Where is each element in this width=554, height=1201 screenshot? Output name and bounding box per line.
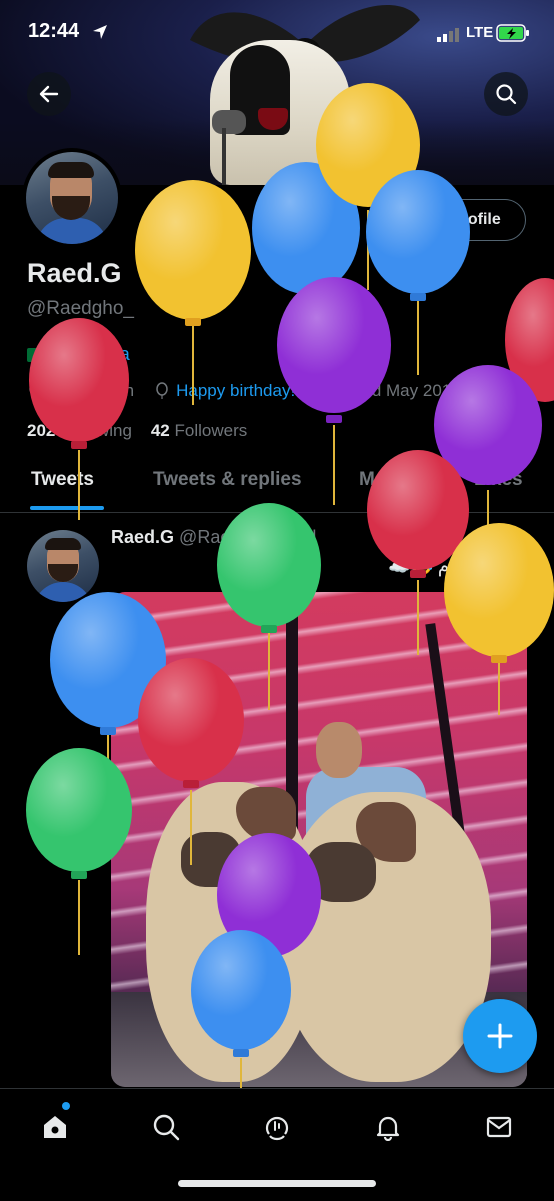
profile-bio: | #Sia (27, 344, 130, 365)
tab-likes[interactable]: Likes (474, 469, 523, 491)
balloon-icon (156, 382, 168, 399)
nav-messages[interactable] (479, 1107, 519, 1147)
tweet-avatar[interactable] (27, 530, 99, 602)
bio-hashtag-link[interactable]: #Sia (94, 344, 130, 365)
search-icon (153, 1114, 180, 1141)
profile-joined: Joined May 2013 (331, 381, 461, 400)
saudi-flag-icon (27, 347, 49, 362)
followers-link[interactable]: 42 Followers (151, 421, 247, 440)
status-bar: 12:44 LTE (0, 0, 554, 66)
nav-home[interactable] (35, 1107, 75, 1147)
network-label: LTE (466, 24, 494, 41)
home-unread-dot (62, 1102, 70, 1110)
tab-tweets[interactable]: Tweets (31, 469, 94, 491)
followers-label: Followers (174, 421, 248, 440)
following-count: 202 (27, 421, 56, 440)
calendar-icon (309, 384, 325, 399)
back-arrow-icon (39, 85, 59, 103)
tweet-handle: @Raedgho_ (179, 527, 281, 547)
following-label: Following (60, 421, 132, 440)
flag-icon (65, 347, 88, 362)
battery-charging-icon (496, 24, 529, 42)
tweet-photo[interactable] (111, 592, 527, 1087)
following-link[interactable]: 202 Following (27, 421, 132, 440)
tweet-header: Raed.G @Raedgho_ · 2d (111, 527, 316, 548)
tweet-time: · 2d (285, 527, 317, 547)
profile-handle: @Raedgho_ (27, 298, 134, 319)
search-icon (496, 84, 517, 105)
tab-media[interactable]: Media (359, 469, 413, 491)
profile-location: SA-Jeddah (50, 381, 135, 400)
nav-search[interactable] (146, 1107, 186, 1147)
bio-separator: | (55, 344, 60, 364)
profile-tabs: Tweets Tweets & replies Media Likes (0, 457, 554, 513)
balloon-red-2 (505, 278, 554, 402)
spaces-icon (265, 1116, 289, 1141)
followers-count: 42 (150, 421, 170, 440)
messages-icon (486, 1116, 512, 1138)
profile-avatar[interactable] (22, 148, 122, 248)
edit-profile-button[interactable]: Edit profile (392, 199, 526, 241)
home-icon (44, 1116, 66, 1138)
active-tab-indicator (30, 506, 104, 510)
profile-name: Raed.G (27, 258, 122, 288)
location-arrow-icon (93, 25, 107, 39)
tab-tweets-replies[interactable]: Tweets & replies (153, 469, 302, 491)
compose-tweet-button[interactable] (463, 999, 537, 1073)
location-pin-icon (29, 382, 43, 400)
balloon-yellow-1 (135, 180, 251, 405)
search-button[interactable] (484, 72, 528, 116)
follow-stats: 202 Following 42 Followers (27, 421, 247, 441)
nav-notifications[interactable] (368, 1107, 408, 1147)
tweet-author[interactable]: Raed.G (111, 527, 174, 547)
balloon-blue-1 (252, 162, 360, 380)
profile-meta: SA-Jeddah Happy birthday! Joined May 201… (27, 381, 461, 401)
status-time: 12:44 (28, 20, 80, 42)
home-indicator-bar[interactable] (178, 1180, 376, 1187)
tweet-text: حصيلة اليوم 😂☁️ (388, 556, 527, 576)
nav-spaces[interactable] (257, 1107, 297, 1147)
plus-icon (487, 1023, 513, 1049)
signal-icon (437, 28, 459, 42)
notifications-icon (376, 1116, 400, 1141)
birthday-link[interactable]: Happy birthday! (176, 381, 295, 401)
back-button[interactable] (27, 72, 71, 116)
